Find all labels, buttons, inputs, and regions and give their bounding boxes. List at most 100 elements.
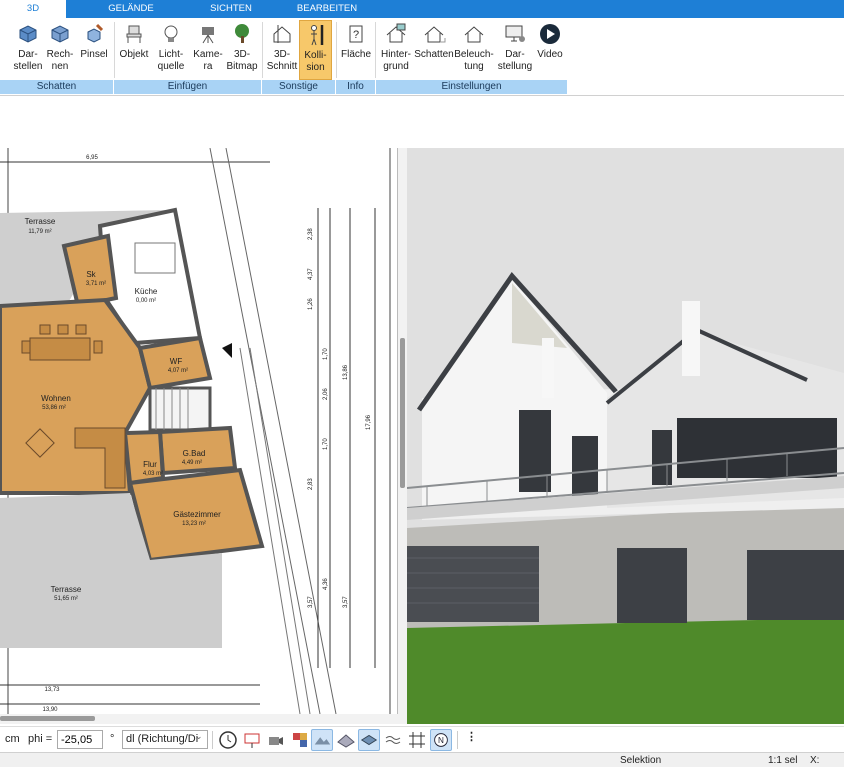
room-area: 4,49 m² xyxy=(182,460,202,466)
status-coordinate-label: X: xyxy=(810,755,820,766)
bottom-toolbar: cm phi = ° dl (Richtung/Di ⌄ N ⋮ xyxy=(0,726,844,752)
beleuchtung-button[interactable]: Beleuch- tung xyxy=(454,20,494,80)
dl-dropdown-value: dl (Richtung/Di xyxy=(126,733,199,745)
group-schatten: Schatten xyxy=(0,80,114,94)
dimension-label: 13,73 xyxy=(44,687,60,693)
floor-plan-view[interactable]: Terrasse 11,79 m² Sk 3,71 m² Küche 0,00 … xyxy=(0,148,398,714)
rechnen-button[interactable]: Rech- nen xyxy=(45,20,75,80)
room-area: 11,79 m² xyxy=(28,229,51,235)
scrollbar-thumb[interactable] xyxy=(0,716,95,721)
cube-compute-icon xyxy=(51,25,69,43)
schatten-label: Schatten xyxy=(414,49,454,60)
tab-3d[interactable]: 3D xyxy=(0,0,66,18)
flaeche-label: Fläche xyxy=(340,49,371,60)
objekt-button[interactable]: Objekt xyxy=(118,20,150,80)
group-info: Info xyxy=(336,80,376,94)
darstellung-button[interactable]: Dar- stellung xyxy=(496,20,534,80)
darstellung-label: Dar- stellung xyxy=(497,49,533,72)
tree-icon xyxy=(235,24,249,43)
chair-icon xyxy=(126,25,142,43)
chevron-down-icon[interactable]: ⌄ xyxy=(195,731,203,742)
video-button[interactable]: Video xyxy=(534,20,566,80)
separator xyxy=(262,22,263,78)
water-icon[interactable] xyxy=(382,729,404,751)
dimension-label: 2,06 xyxy=(323,388,329,400)
separator xyxy=(457,731,458,749)
camera-path-icon[interactable] xyxy=(265,729,287,751)
section-house-icon xyxy=(273,25,291,43)
dimension-label: 4,37 xyxy=(308,268,314,280)
dimension-label: 3,57 xyxy=(308,596,314,608)
dimension-label: 1,26 xyxy=(308,298,314,310)
room-label: Terrasse xyxy=(51,585,82,594)
separator xyxy=(212,731,213,749)
tab-sichten[interactable]: SICHTEN xyxy=(196,0,266,18)
texture-icon[interactable] xyxy=(335,729,357,751)
grid-icon[interactable] xyxy=(406,729,428,751)
clock-icon[interactable] xyxy=(217,729,239,751)
lichtquelle-label: Licht- quelle xyxy=(157,49,185,72)
3d-bitmap-label: 3D- Bitmap xyxy=(226,49,258,72)
room-label: WF xyxy=(170,357,183,366)
kollision-label: Kolli- sion xyxy=(304,50,327,73)
lighting-house-icon xyxy=(464,26,484,43)
group-einfuegen: Einfügen xyxy=(114,80,262,94)
brush-cube-icon xyxy=(87,23,104,43)
tab-bearbeiten[interactable]: BEARBEITEN xyxy=(290,0,364,18)
more-options-icon[interactable]: ⋮ xyxy=(466,730,477,743)
dimension-label: 17,96 xyxy=(366,414,372,430)
kamera-button[interactable]: Kame- ra xyxy=(192,20,224,80)
hintergrund-button[interactable]: Hinter- grund xyxy=(378,20,414,80)
terrain-icon[interactable] xyxy=(311,729,333,751)
vertical-scrollbar[interactable] xyxy=(398,148,407,724)
monitor-settings-icon xyxy=(505,25,525,42)
3d-bitmap-button[interactable]: 3D- Bitmap xyxy=(226,20,258,80)
kollision-button[interactable]: Kolli- sion xyxy=(299,20,332,80)
dimension-label: 1,70 xyxy=(323,348,329,360)
layer-icon[interactable] xyxy=(358,729,380,751)
collision-person-icon xyxy=(310,25,323,46)
beleuchtung-label: Beleuch- tung xyxy=(454,49,494,72)
horizontal-scrollbar[interactable] xyxy=(0,714,398,724)
room-label: Gästezimmer xyxy=(173,510,221,519)
lichtquelle-button[interactable]: Licht- quelle xyxy=(154,20,188,80)
flaeche-button[interactable]: ? Fläche xyxy=(340,20,372,80)
rechnen-label: Rech- nen xyxy=(46,49,74,72)
north-icon[interactable]: N xyxy=(430,729,452,751)
video-label: Video xyxy=(537,49,563,60)
room-label: G.Bad xyxy=(183,449,206,458)
room-label: Flur xyxy=(143,460,157,469)
dimension-label: 2,83 xyxy=(308,478,314,490)
group-sonstige: Sonstige xyxy=(262,80,336,94)
scrollbar-thumb[interactable] xyxy=(400,338,405,488)
material-icon[interactable] xyxy=(289,729,311,751)
status-mode: Selektion xyxy=(620,755,662,766)
schatten-button[interactable]: Schatten xyxy=(414,20,454,80)
phi-label: phi = xyxy=(28,733,53,745)
room-area: 4,07 m² xyxy=(168,368,188,374)
lightbulb-icon xyxy=(164,25,178,42)
pinsel-button[interactable]: Pinsel xyxy=(79,20,109,80)
presentation-icon[interactable] xyxy=(241,729,263,751)
dimension-label: 3,57 xyxy=(343,596,349,608)
kamera-label: Kame- ra xyxy=(193,49,223,72)
dimension-label: 4,36 xyxy=(323,578,329,590)
background-house-icon xyxy=(386,23,406,43)
tab-gelaende[interactable]: GELÄNDE xyxy=(96,0,166,18)
phi-input[interactable] xyxy=(57,730,103,749)
3d-view[interactable] xyxy=(407,148,844,724)
play-icon xyxy=(540,24,560,44)
cube-display-icon xyxy=(19,25,37,43)
3d-schnitt-button[interactable]: 3D- Schnitt xyxy=(266,20,298,80)
floor-plan-drawing: Terrasse 11,79 m² Sk 3,71 m² Küche 0,00 … xyxy=(0,148,391,714)
3d-house-render xyxy=(407,148,844,724)
room-area: 3,71 m² xyxy=(86,281,106,287)
pinsel-label: Pinsel xyxy=(80,49,108,60)
dimension-label: 13,90 xyxy=(42,707,58,713)
darstellen-button[interactable]: Dar- stellen xyxy=(10,20,46,80)
ribbon: Dar- stellen Rech- nen Pinsel Objekt Lic… xyxy=(0,18,844,96)
group-einstellungen: Einstellungen xyxy=(376,80,568,94)
room-area: 4,03 m² xyxy=(143,471,163,477)
area-info-icon: ? xyxy=(349,25,363,43)
room-label: Küche xyxy=(135,287,158,296)
